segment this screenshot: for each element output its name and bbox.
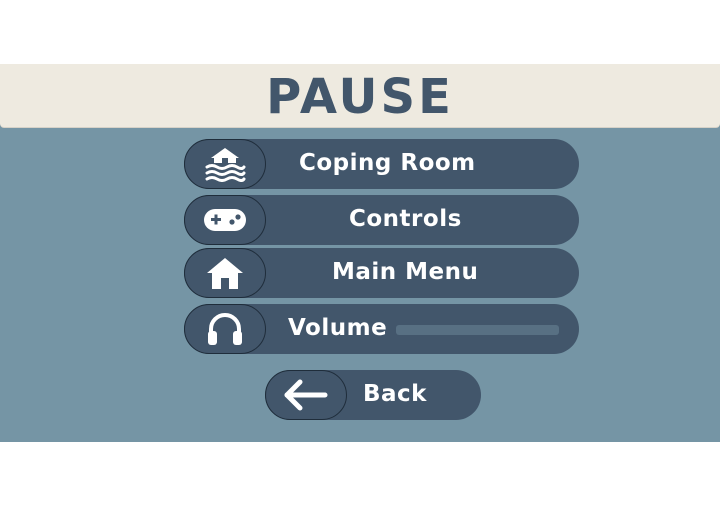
volume-row: Volume [184,304,579,354]
volume-slider[interactable] [396,325,559,335]
main-menu-button[interactable]: Main Menu [184,248,579,298]
back-label: Back [363,381,427,407]
coping-room-icon-cap [184,139,266,189]
back-button[interactable]: Back [265,370,481,420]
arrow-left-icon [284,379,328,411]
main-menu-label: Main Menu [332,259,479,285]
controls-icon-cap [184,195,266,245]
headphones-icon [208,313,242,345]
page-title: PAUSE [266,69,454,125]
gamepad-icon [204,209,246,231]
controls-label: Controls [349,206,462,232]
main-menu-icon-cap [184,248,266,298]
volume-icon-cap [184,304,266,354]
pause-header: PAUSE [0,64,720,127]
coping-room-label: Coping Room [299,150,476,176]
back-icon-cap [265,370,347,420]
home-icon [207,258,243,289]
house-flood-icon [205,148,246,182]
volume-label: Volume [288,315,388,341]
coping-room-button[interactable]: Coping Room [184,139,579,189]
controls-button[interactable]: Controls [184,195,579,245]
pause-screen: PAUSE Coping Room Controls Main Menu Vol… [0,0,720,514]
